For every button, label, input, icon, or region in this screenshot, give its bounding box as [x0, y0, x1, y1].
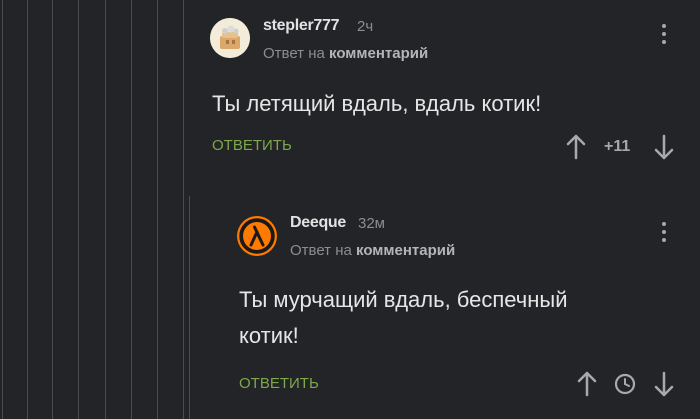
comment: stepler777 2ч Ответ на комментарий Ты ле…	[0, 0, 700, 190]
comment-time: 2ч	[357, 18, 374, 35]
comment-text-line: котик!	[239, 323, 299, 348]
arrow-up-icon[interactable]	[577, 371, 597, 397]
reply-to-target[interactable]: комментарий	[356, 242, 455, 259]
clock-icon	[614, 373, 636, 395]
comment-text: Ты летящий вдаль, вдаль котик!	[212, 91, 542, 116]
comment-text: Ты мурчащий вдаль, беспечный котик!	[239, 282, 568, 354]
arrow-down-icon[interactable]	[654, 371, 674, 397]
avatar[interactable]	[210, 18, 250, 58]
reply-button[interactable]: ОТВЕТИТЬ	[239, 375, 319, 392]
comment: Deeque 32м Ответ на комментарий Ты мурча…	[0, 196, 700, 419]
comment-time: 32м	[358, 215, 385, 232]
comment-text-line: Ты мурчащий вдаль, беспечный	[239, 287, 568, 312]
reply-button[interactable]: ОТВЕТИТЬ	[212, 137, 292, 154]
rating-count: +11	[604, 138, 631, 155]
arrow-down-icon[interactable]	[654, 134, 674, 160]
kebab-menu-icon[interactable]	[661, 24, 667, 48]
reply-to-link[interactable]: Ответ на комментарий	[263, 45, 428, 62]
avatar[interactable]	[237, 216, 277, 256]
avatar-image	[210, 18, 250, 58]
username[interactable]: stepler777	[263, 17, 339, 35]
username[interactable]: Deeque	[290, 214, 346, 232]
reply-to-prefix: Ответ на	[290, 242, 352, 259]
avatar-image	[237, 216, 277, 256]
arrow-up-icon[interactable]	[566, 134, 586, 160]
reply-to-link[interactable]: Ответ на комментарий	[290, 242, 455, 259]
kebab-menu-icon[interactable]	[661, 222, 667, 246]
reply-to-prefix: Ответ на	[263, 45, 325, 62]
reply-to-target[interactable]: комментарий	[329, 45, 428, 62]
